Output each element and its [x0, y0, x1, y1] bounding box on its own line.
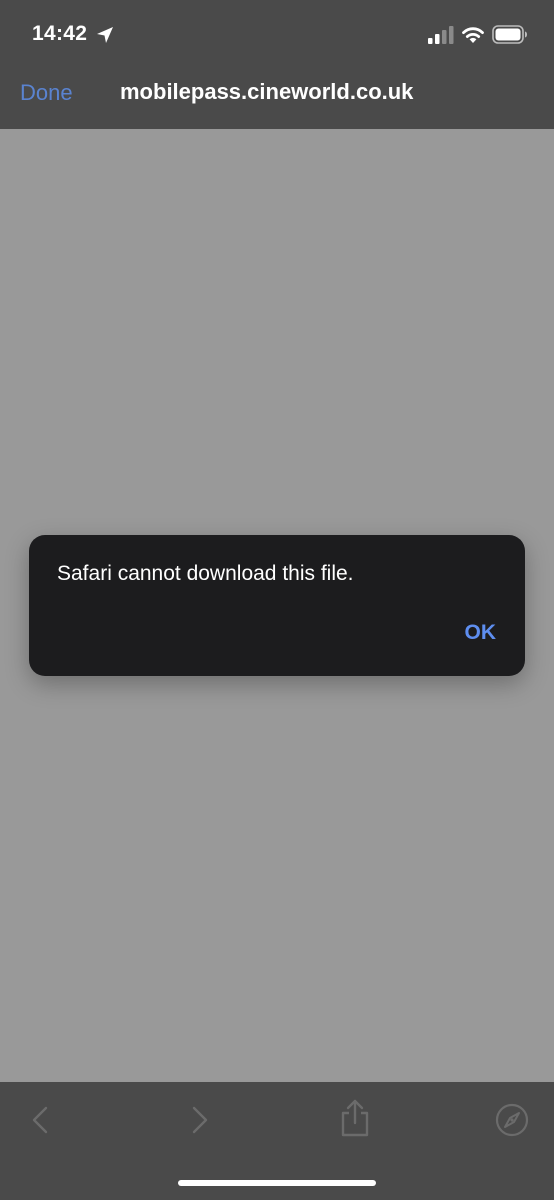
alert-message: Safari cannot download this file. — [57, 562, 354, 585]
home-indicator[interactable] — [178, 1180, 376, 1186]
page-title: mobilepass.cineworld.co.uk — [120, 79, 414, 104]
safari-view-controller: 14:42 Done mobilepass.cineworld.co.uk Sa… — [0, 0, 554, 1200]
status-time: 14:42 — [32, 22, 88, 45]
nav-bar: Done mobilepass.cineworld.co.uk — [0, 70, 554, 129]
header: 14:42 Done mobilepass.cineworld.co.uk — [0, 0, 554, 129]
status-bar: 14:42 — [0, 0, 554, 70]
forward-chevron-icon[interactable] — [188, 1104, 212, 1136]
done-button[interactable]: Done — [20, 80, 73, 106]
ok-button[interactable]: OK — [465, 621, 497, 645]
wifi-icon — [462, 27, 484, 43]
battery-icon — [492, 25, 527, 44]
alert-dialog: Safari cannot download this file. OK — [29, 535, 525, 676]
compass-icon[interactable] — [495, 1103, 529, 1137]
back-chevron-icon[interactable] — [28, 1104, 52, 1136]
cellular-signal-icon — [428, 26, 454, 44]
location-arrow-icon — [97, 27, 113, 43]
share-icon[interactable] — [338, 1098, 372, 1138]
